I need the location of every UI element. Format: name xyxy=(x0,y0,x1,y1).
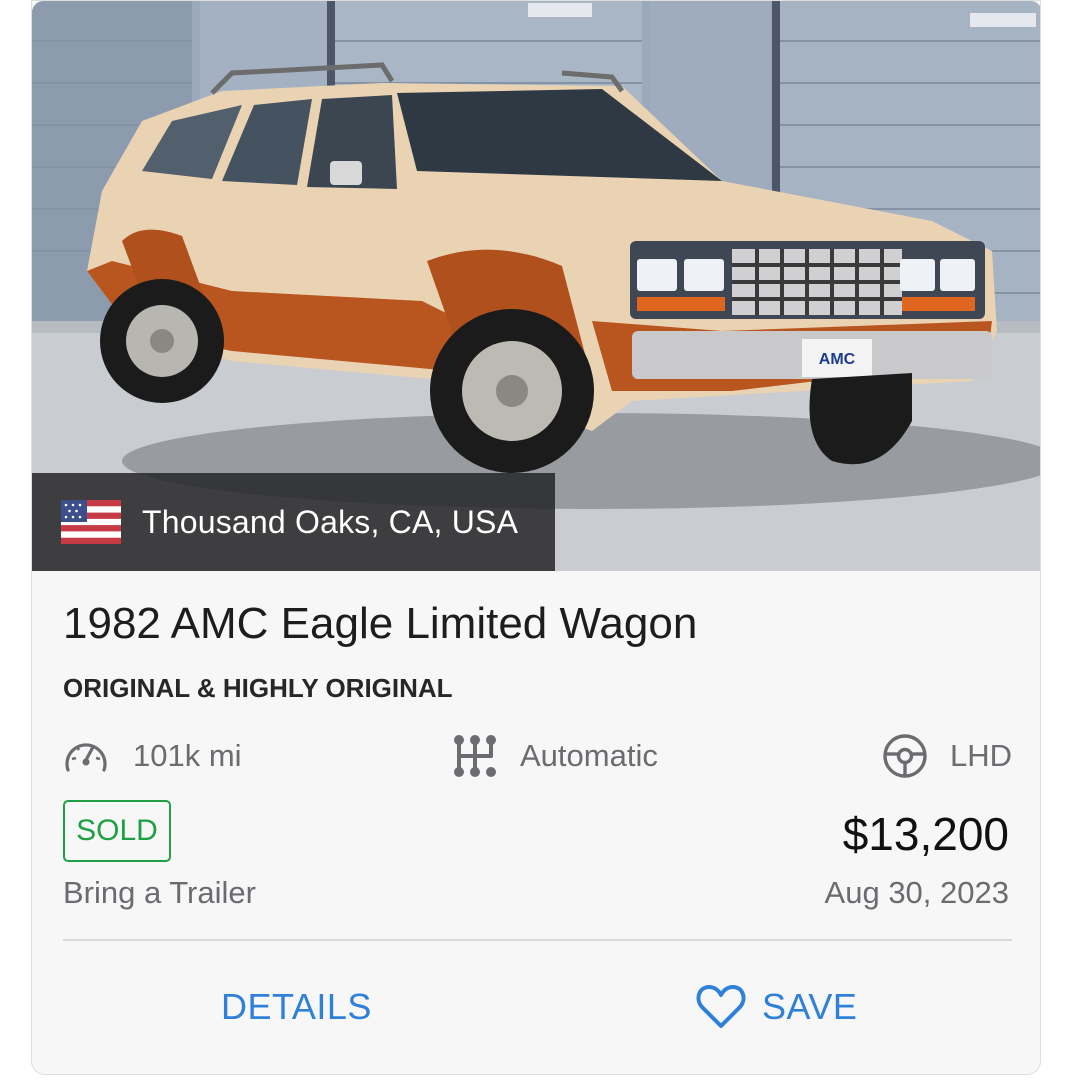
save-button-label: SAVE xyxy=(762,986,858,1027)
spec-drive-side: LHD xyxy=(882,731,1012,781)
heart-outline-icon xyxy=(696,985,746,1028)
spec-drive-side-value: LHD xyxy=(949,738,1012,773)
details-button[interactable]: DETAILS xyxy=(221,976,372,1038)
spec-transmission-value: Automatic xyxy=(520,738,658,773)
save-button[interactable]: SAVE xyxy=(696,976,857,1038)
us-flag-icon xyxy=(61,500,121,544)
spec-transmission: Automatic xyxy=(452,731,658,781)
sale-price: $13,200 xyxy=(842,808,1009,860)
card-divider xyxy=(63,939,1012,941)
seller-name[interactable]: Bring a Trailer xyxy=(63,875,256,911)
details-button-label: DETAILS xyxy=(221,986,372,1027)
location-bar: Thousand Oaks, CA, USA xyxy=(32,473,555,571)
photo-badge: AMC xyxy=(819,351,856,368)
spec-row: 101k mi Automatic LHD xyxy=(63,731,1012,781)
sale-date: Aug 30, 2023 xyxy=(824,875,1009,910)
spec-mileage: 101k mi xyxy=(63,731,242,781)
spec-mileage-value: 101k mi xyxy=(133,738,242,773)
sold-status-badge: SOLD xyxy=(63,800,171,862)
location-text: Thousand Oaks, CA, USA xyxy=(142,503,519,540)
listing-subtitle: ORIGINAL & HIGHLY ORIGINAL xyxy=(63,673,453,703)
gear-shifter-icon xyxy=(454,735,496,777)
listing-title[interactable]: 1982 AMC Eagle Limited Wagon xyxy=(63,599,697,649)
car-photo[interactable]: AMC Thousand Oaks, CA, USA xyxy=(32,1,1040,571)
listing-card[interactable]: AMC Thousand Oaks, CA, USA 1982 AMC Eagl… xyxy=(31,0,1041,1075)
speedometer-icon xyxy=(65,743,107,772)
steering-wheel-icon xyxy=(883,734,927,778)
